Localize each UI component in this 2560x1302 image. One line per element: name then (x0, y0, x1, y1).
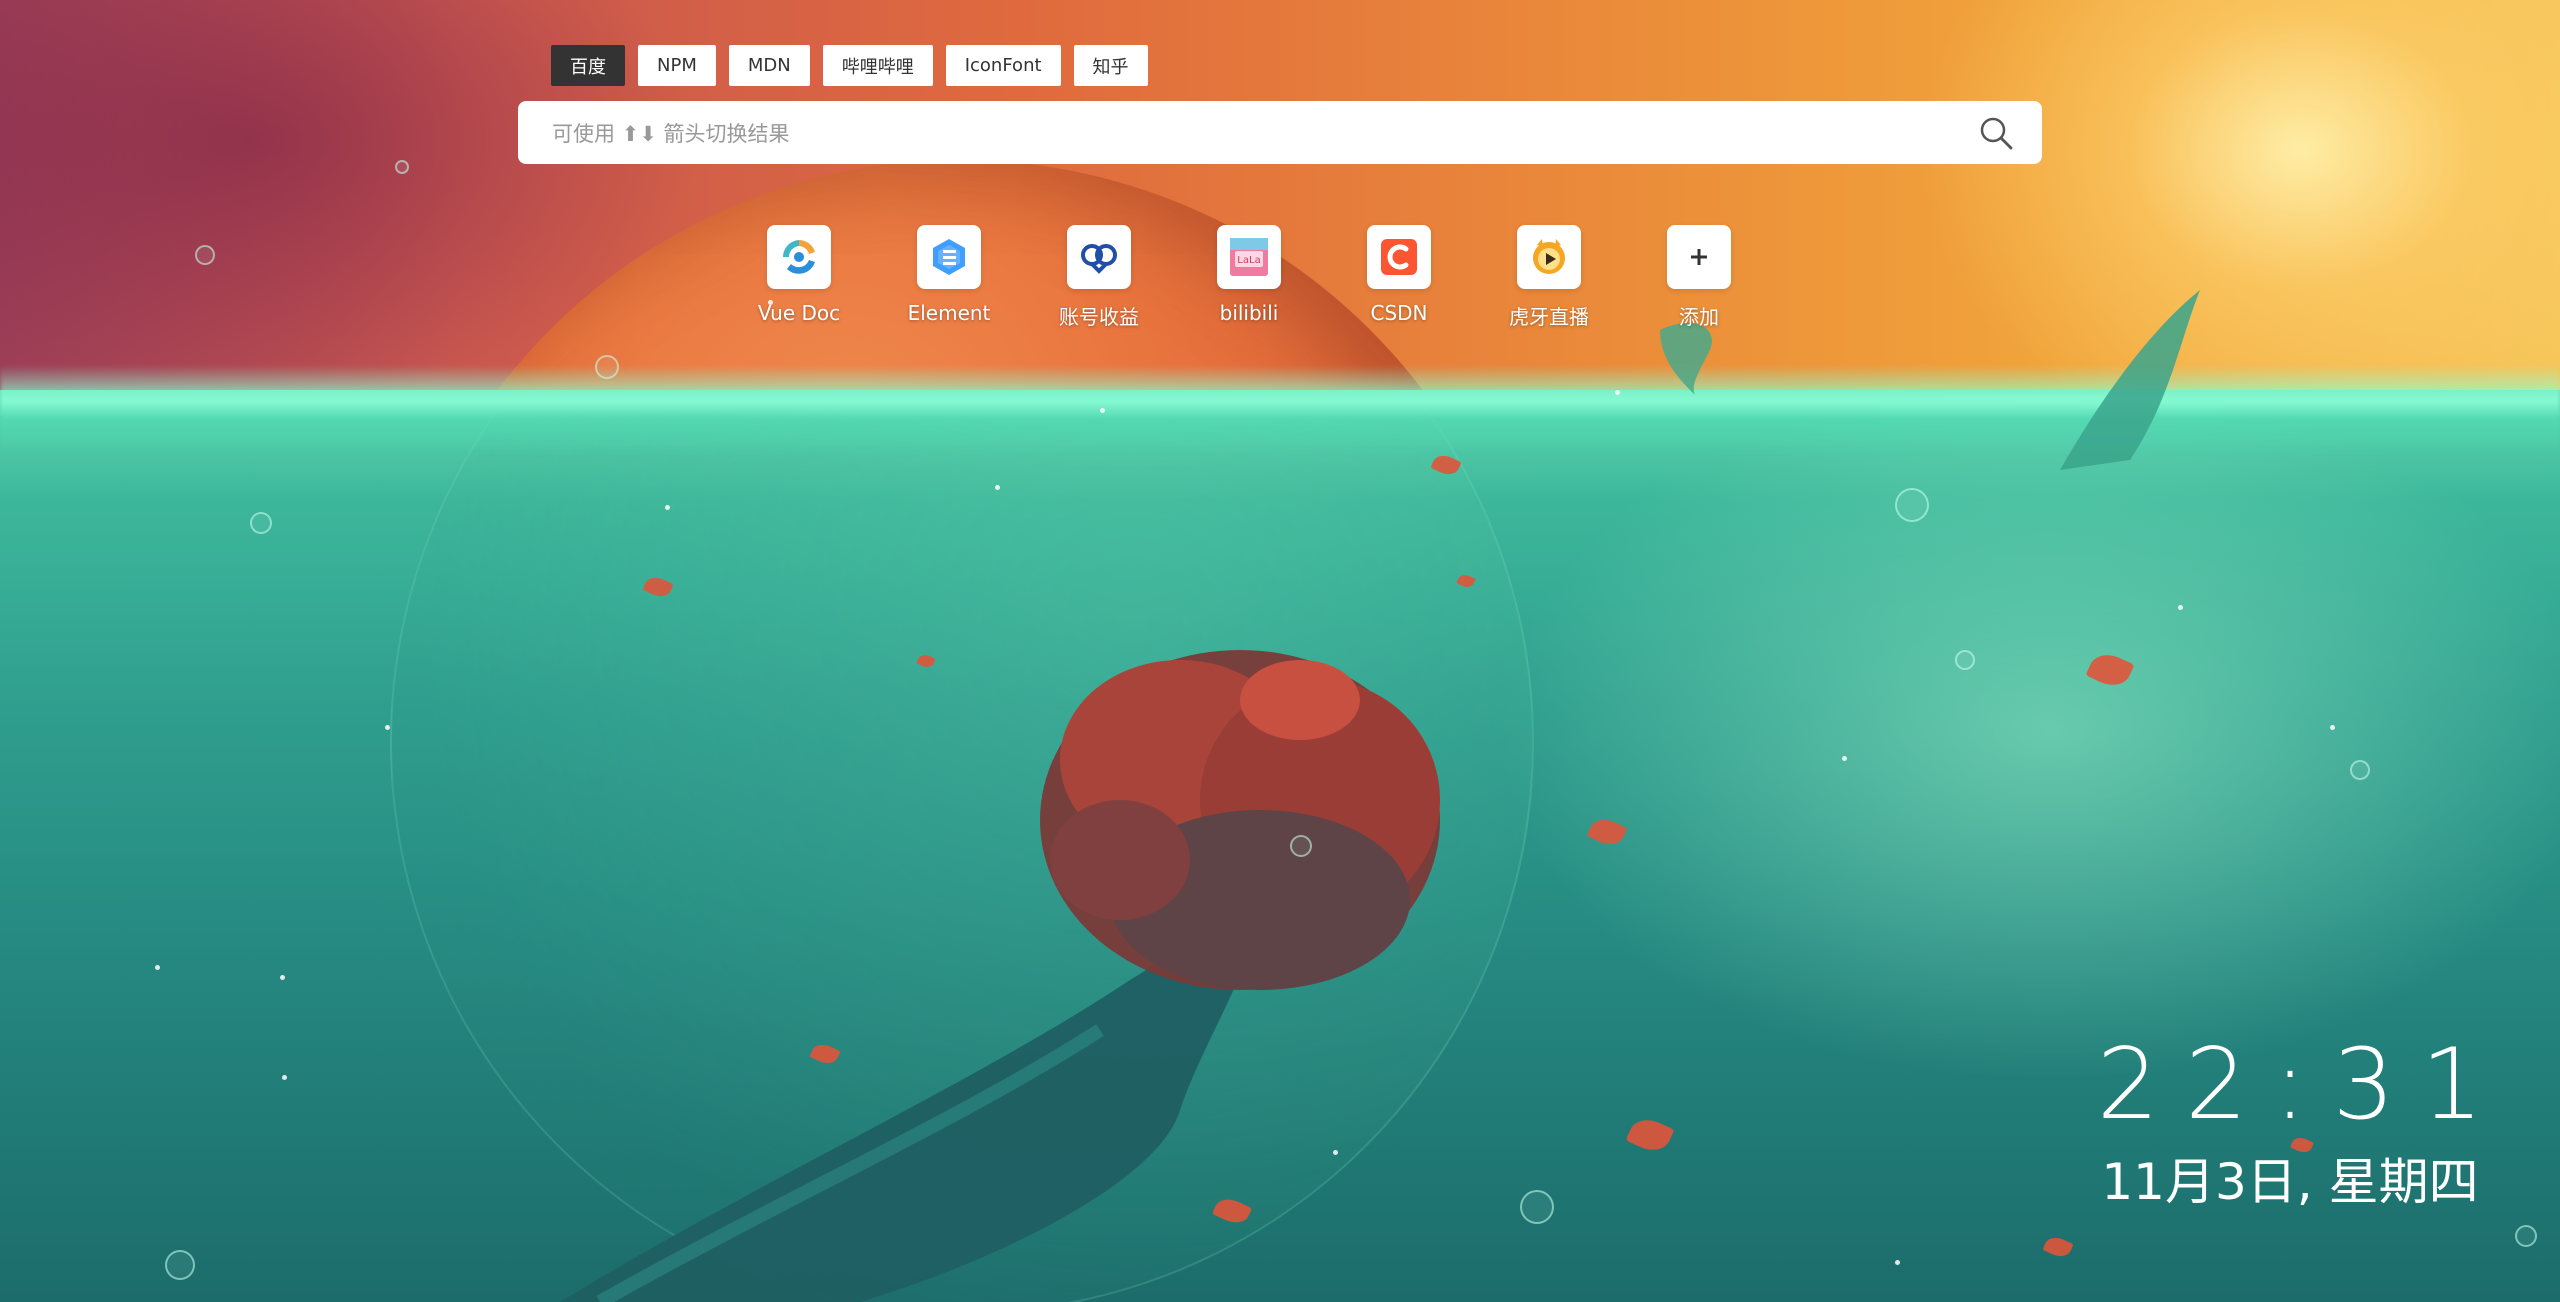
sparkle (2330, 725, 2335, 730)
bubble (2350, 760, 2370, 780)
sparkle (995, 485, 1000, 490)
shortcut-element[interactable]: Element (908, 225, 990, 330)
engine-tab-zhihu[interactable]: 知乎 (1073, 45, 1148, 86)
bubble (165, 1250, 195, 1280)
shortcut-label: Vue Doc (757, 301, 841, 325)
shortcut-add[interactable]: 添加 (1667, 225, 1731, 330)
sparkle (1895, 1260, 1900, 1265)
shortcut-label: 账号收益 (1059, 305, 1139, 329)
bubble (1895, 488, 1929, 522)
shortcut-huya[interactable]: 虎牙直播 (1509, 225, 1589, 330)
shortcut-grid: Vue Doc Element 账号收益 LaLa bilibili CSDN … (758, 225, 1731, 330)
new-tab-page: 百度 NPM MDN 哔哩哔哩 IconFont 知乎 可使用 ⬆⬇ 箭头切换结… (0, 0, 2560, 1302)
sparkle (1842, 756, 1847, 761)
bubble (195, 245, 215, 265)
search-icon (1980, 117, 2013, 150)
engine-tab-mdn[interactable]: MDN (728, 45, 810, 86)
sparkle (2178, 605, 2183, 610)
bubble (1290, 835, 1312, 857)
shortcut-label: bilibili (1219, 301, 1279, 325)
shortcut-bilibili[interactable]: LaLa bilibili (1217, 225, 1281, 330)
clock-widget: 22:31 11月3日, 星期四 (2060, 1030, 2520, 1212)
clock-time: 22:31 (2096, 1028, 2510, 1142)
sparkle (155, 965, 160, 970)
bilibili-icon: LaLa (1217, 225, 1281, 289)
shortcut-label: 添加 (1679, 305, 1719, 329)
engine-tab-bilibili[interactable]: 哔哩哔哩 (822, 45, 933, 86)
svg-text:LaLa: LaLa (1237, 255, 1260, 266)
sparkle (282, 1075, 287, 1080)
search-bar (518, 101, 2042, 166)
sparkle (665, 505, 670, 510)
vue-doc-icon (767, 225, 831, 289)
sparkle (280, 975, 285, 980)
shortcut-label: 虎牙直播 (1509, 305, 1589, 329)
shortcut-account-revenue[interactable]: 账号收益 (1059, 225, 1139, 330)
engine-tab-npm[interactable]: NPM (638, 45, 716, 86)
bubble (2515, 1225, 2537, 1247)
huya-icon (1517, 225, 1581, 289)
engine-tab-baidu[interactable]: 百度 (551, 45, 625, 86)
engine-tab-iconfont[interactable]: IconFont (945, 45, 1061, 86)
bubble (1520, 1190, 1554, 1224)
sparkle (1615, 390, 1620, 395)
search-engine-tabs: 百度 NPM MDN 哔哩哔哩 IconFont 知乎 (551, 45, 1148, 86)
bubble (595, 355, 619, 379)
account-revenue-icon (1067, 225, 1131, 289)
sparkle (1333, 1150, 1338, 1155)
csdn-icon (1367, 225, 1431, 289)
plus-icon (1667, 225, 1731, 289)
bubble (395, 160, 409, 174)
search-input[interactable] (550, 101, 1934, 166)
shortcut-label: Element (907, 301, 991, 325)
clock-date: 11月3日, 星期四 (2101, 1153, 2479, 1211)
sparkle (385, 725, 390, 730)
bubble (1955, 650, 1975, 670)
shortcut-csdn[interactable]: CSDN (1367, 225, 1431, 330)
shortcut-label: CSDN (1370, 301, 1428, 325)
shortcut-vue-doc[interactable]: Vue Doc (758, 225, 840, 330)
element-icon (917, 225, 981, 289)
bubble (250, 512, 272, 534)
search-button[interactable] (1978, 115, 2014, 151)
sparkle (1100, 408, 1105, 413)
